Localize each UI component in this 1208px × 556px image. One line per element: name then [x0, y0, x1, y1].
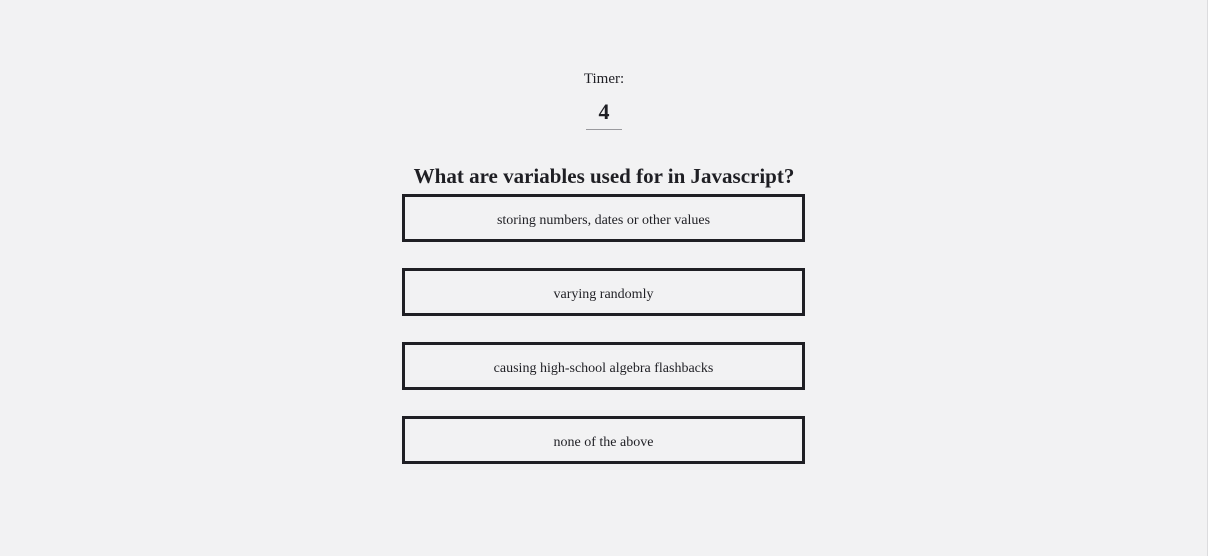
- timer-label: Timer:: [583, 71, 625, 87]
- timer-value: 4: [598, 99, 610, 124]
- answer-button-4[interactable]: none of the above: [402, 416, 805, 464]
- question-text: What are variables used for in Javascrip…: [413, 164, 795, 189]
- answer-button-3[interactable]: causing high-school algebra flashbacks: [402, 342, 805, 390]
- answer-button-2[interactable]: varying randomly: [402, 268, 805, 316]
- quiz-container: Timer: 4 What are variables used for in …: [0, 0, 1208, 556]
- timer-underline: [586, 129, 622, 130]
- answer-button-1[interactable]: storing numbers, dates or other values: [402, 194, 805, 242]
